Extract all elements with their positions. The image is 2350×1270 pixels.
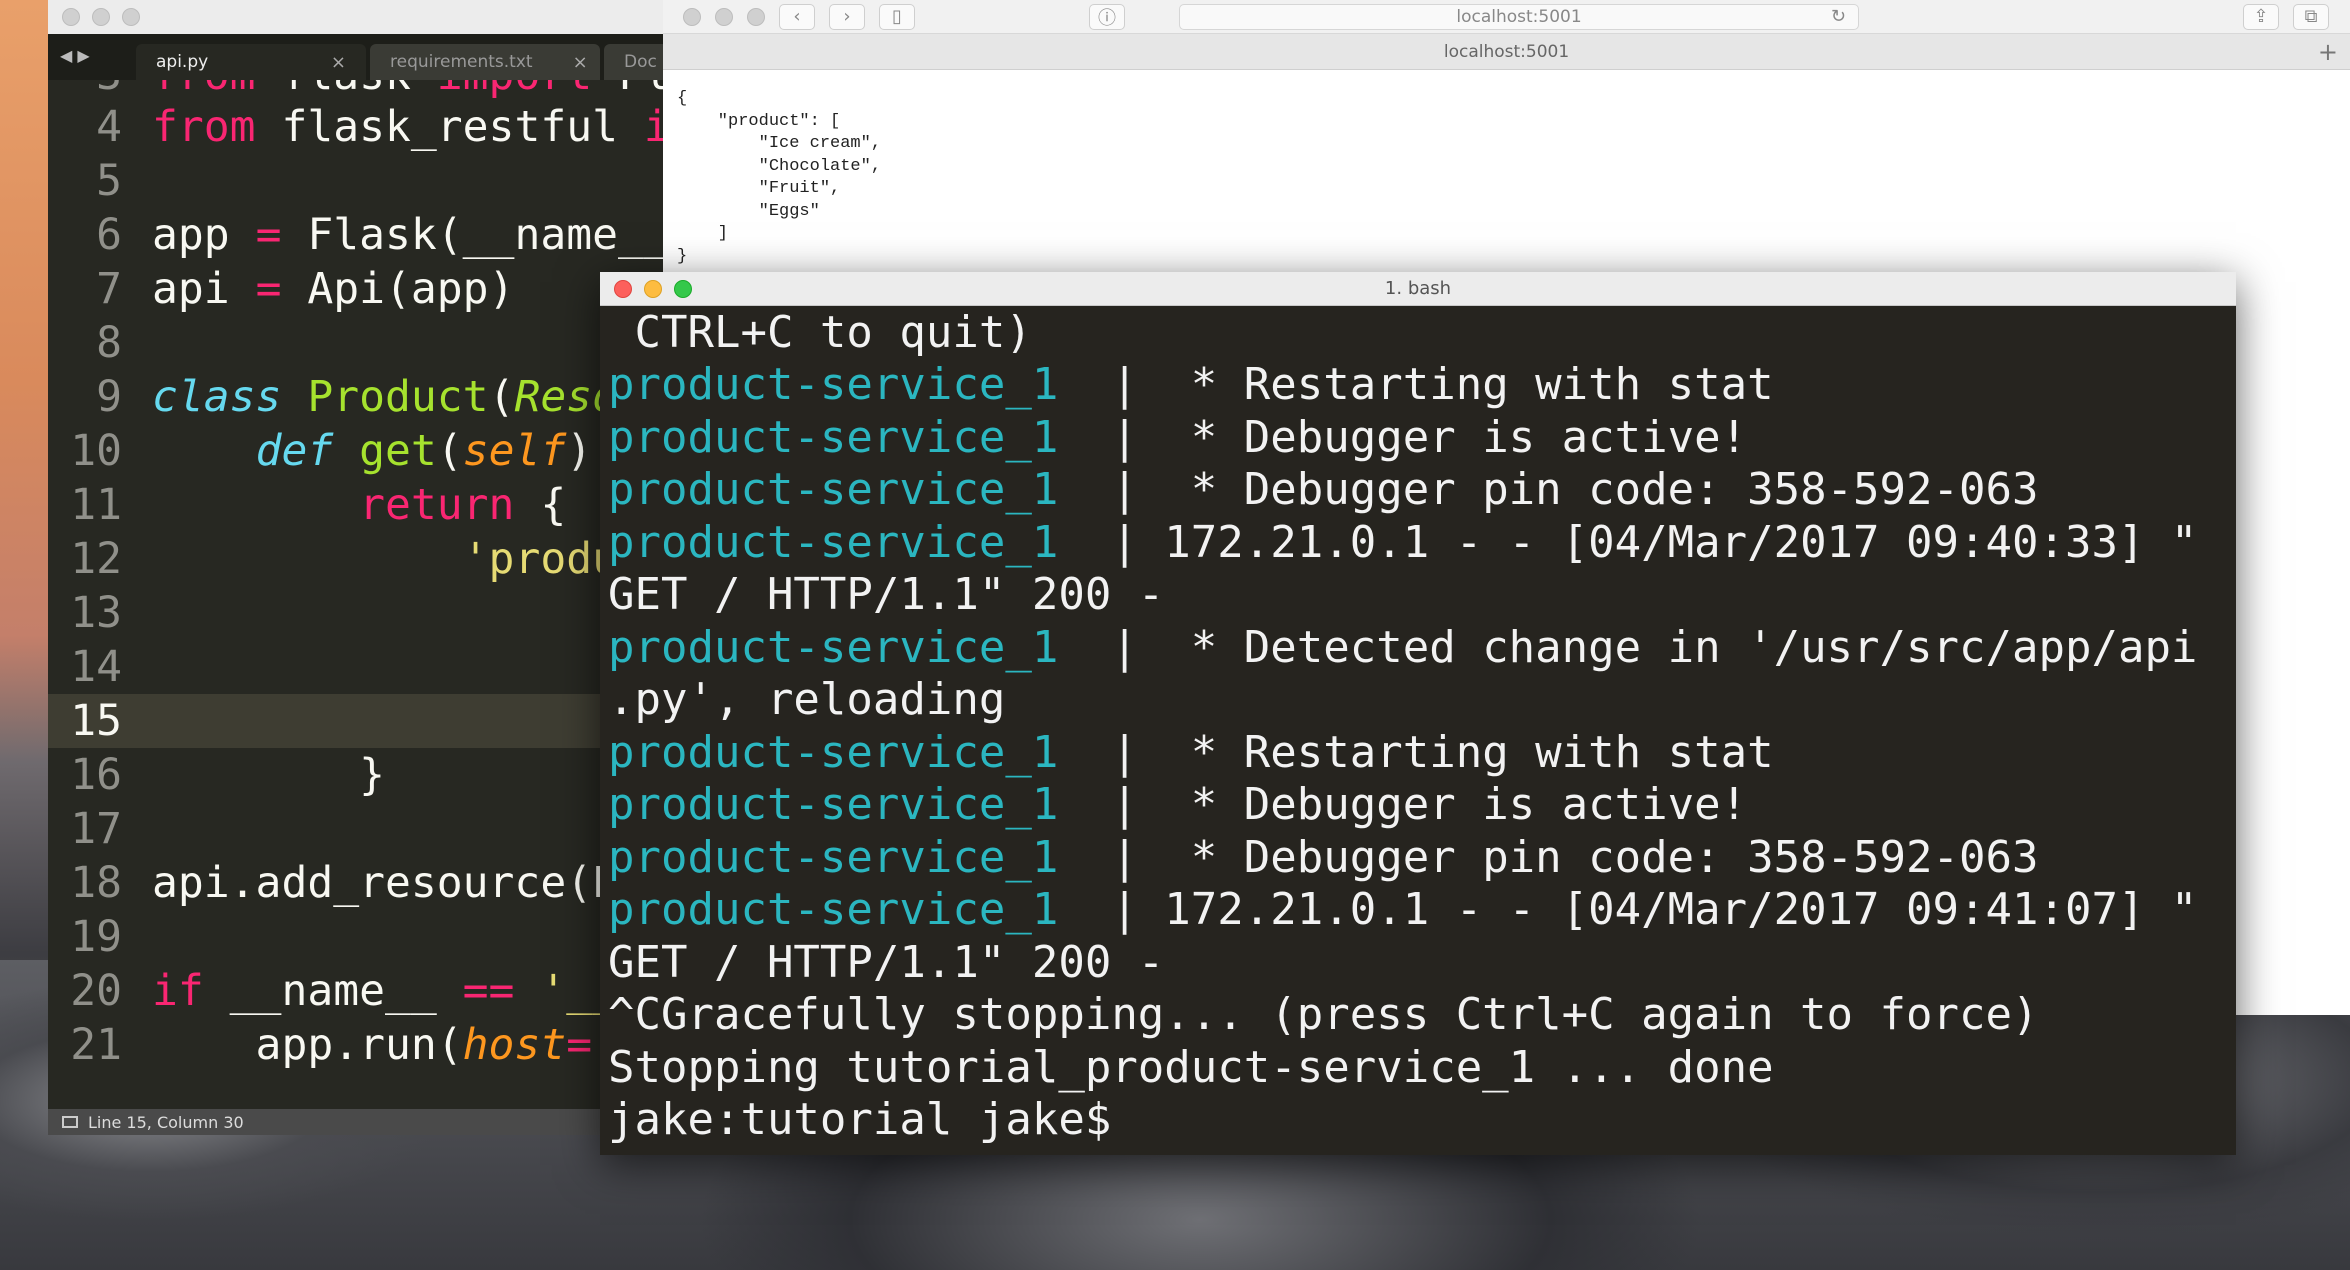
browser-tab[interactable]: localhost:5001 + — [663, 34, 2350, 70]
terminal-line: Stopping tutorial_product-service_1 ... … — [608, 1041, 1774, 1093]
browser-zoom-button[interactable] — [747, 7, 765, 26]
browser-toolbar: ‹ › ▯ ⓘ localhost:5001 ↻ ⇪ ⧉ — [663, 0, 2350, 34]
new-tab-icon[interactable]: ⧉ — [2293, 3, 2329, 30]
terminal-window: 1. bash CTRL+C to quit) product-service_… — [600, 272, 2236, 1155]
line-number: 7 — [96, 264, 122, 314]
code-line: 11 return { — [48, 478, 668, 532]
terminal-line: GET / HTTP/1.1" 200 - — [608, 569, 1165, 621]
line-number: 20 — [70, 966, 122, 1016]
tab-dockerfile[interactable]: Doc — [604, 44, 668, 80]
tab-close-icon[interactable]: × — [331, 52, 346, 73]
code-line-active: 15 — [48, 694, 668, 748]
line-number: 11 — [70, 480, 122, 530]
code-line: 3 from flask import Flask — [48, 80, 668, 100]
code-line: 16 } — [48, 748, 668, 802]
editor-tabbar: ◀ ▶ api.py × requirements.txt × Doc — [48, 34, 668, 80]
code-line: 17 — [48, 802, 668, 856]
line-number: 19 — [70, 912, 122, 962]
tab-label: api.py — [156, 52, 209, 72]
terminal-line: product-service_1 | 172.21.0.1 - - [04/M… — [608, 884, 2198, 936]
status-panel-icon[interactable] — [62, 1116, 78, 1128]
editor-titlebar — [48, 0, 668, 34]
code-line: 7 api = Api(app) — [48, 262, 668, 316]
code-line: 9 class Product(Resource): — [48, 370, 668, 424]
tab-label: Doc — [624, 52, 657, 72]
line-number: 3 — [48, 80, 148, 100]
browser-tab-title: localhost:5001 — [1443, 41, 1570, 62]
terminal-line: product-service_1 | * Detected change in… — [608, 621, 2198, 673]
editor-close-button[interactable] — [62, 8, 80, 26]
code-line: 19 — [48, 910, 668, 964]
code-line: 14 — [48, 640, 668, 694]
terminal-line: ^CGracefully stopping... (press Ctrl+C a… — [608, 989, 2039, 1041]
terminal-line: product-service_1 | * Debugger is active… — [608, 779, 1748, 831]
terminal-title: 1. bash — [1384, 278, 1452, 299]
line-number: 16 — [70, 750, 122, 800]
tab-close-icon[interactable]: × — [573, 52, 588, 73]
terminal-titlebar: 1. bash — [600, 272, 2236, 306]
code-line: 8 — [48, 316, 668, 370]
terminal-line: product-service_1 | * Restarting with st… — [608, 359, 1774, 411]
add-tab-icon[interactable]: + — [2318, 38, 2338, 66]
address-bar[interactable]: localhost:5001 ↻ — [1179, 3, 1859, 30]
line-number: 4 — [96, 102, 122, 152]
forward-icon[interactable]: › — [829, 3, 865, 30]
code-line: 10 def get(self): — [48, 424, 668, 478]
code-line: 12 'products' — [48, 532, 668, 586]
tab-label: requirements.txt — [390, 52, 533, 72]
terminal-output[interactable]: CTRL+C to quit) product-service_1 | * Re… — [600, 306, 2236, 1146]
info-icon[interactable]: ⓘ — [1089, 3, 1125, 30]
line-number: 10 — [70, 426, 122, 476]
share-icon[interactable]: ⇪ — [2243, 3, 2279, 30]
line-number: 14 — [70, 642, 122, 692]
terminal-line: .py', reloading — [608, 674, 1006, 726]
terminal-line: product-service_1 | * Debugger is active… — [608, 411, 1748, 463]
terminal-line: product-service_1 | * Debugger pin code:… — [608, 831, 2039, 883]
reload-icon[interactable]: ↻ — [1831, 6, 1846, 27]
line-number: 8 — [96, 318, 122, 368]
code-line: 20 if __name__ == '__main__': — [48, 964, 668, 1018]
code-line: 5 — [48, 154, 668, 208]
json-response: { "product": [ "Ice cream", "Chocolate",… — [677, 89, 882, 266]
code-line: 6 app = Flask(__name__) — [48, 208, 668, 262]
line-number: 21 — [70, 1020, 122, 1070]
terminal-prompt[interactable]: jake:tutorial jake$ — [608, 1094, 2236, 1147]
code-line: 13 — [48, 586, 668, 640]
line-number: 9 — [96, 372, 122, 422]
terminal-line: product-service_1 | 172.21.0.1 - - [04/M… — [608, 516, 2198, 568]
terminal-line: GET / HTTP/1.1" 200 - — [608, 936, 1165, 988]
code-line: 4 from flask_restful import Resource, Ap… — [48, 100, 668, 154]
code-area[interactable]: 3 from flask import Flask 4 from flask_r… — [48, 80, 668, 1072]
back-icon[interactable]: ‹ — [779, 3, 815, 30]
line-number: 12 — [70, 534, 122, 584]
terminal-line: product-service_1 | * Debugger pin code:… — [608, 464, 2039, 516]
address-text: localhost:5001 — [1456, 6, 1582, 27]
line-number: 17 — [70, 804, 122, 854]
tab-requirements-txt[interactable]: requirements.txt × — [370, 44, 600, 80]
tab-api-py[interactable]: api.py × — [136, 44, 366, 80]
sidebar-icon[interactable]: ▯ — [879, 3, 915, 30]
editor-statusbar: Line 15, Column 30 — [48, 1109, 668, 1135]
line-number: 13 — [70, 588, 122, 638]
line-number: 5 — [96, 156, 122, 206]
code-editor-window: ◀ ▶ api.py × requirements.txt × Doc 3 fr… — [48, 0, 668, 1135]
tab-nav-arrows-icon[interactable]: ◀ ▶ — [60, 46, 90, 65]
browser-close-button[interactable] — [683, 7, 701, 26]
line-number: 18 — [70, 858, 122, 908]
editor-minimize-button[interactable] — [92, 8, 110, 26]
terminal-line: product-service_1 | * Restarting with st… — [608, 726, 1774, 778]
code-line: 21 app.run(host='0.0.0.0') — [48, 1018, 668, 1072]
terminal-line: CTRL+C to quit) — [608, 306, 1032, 358]
browser-minimize-button[interactable] — [715, 7, 733, 26]
code-line: 18 api.add_resource(Product, '/') — [48, 856, 668, 910]
line-number: 15 — [70, 696, 122, 746]
cursor-position: Line 15, Column 30 — [88, 1112, 244, 1132]
editor-zoom-button[interactable] — [122, 8, 140, 26]
line-number: 6 — [96, 210, 122, 260]
